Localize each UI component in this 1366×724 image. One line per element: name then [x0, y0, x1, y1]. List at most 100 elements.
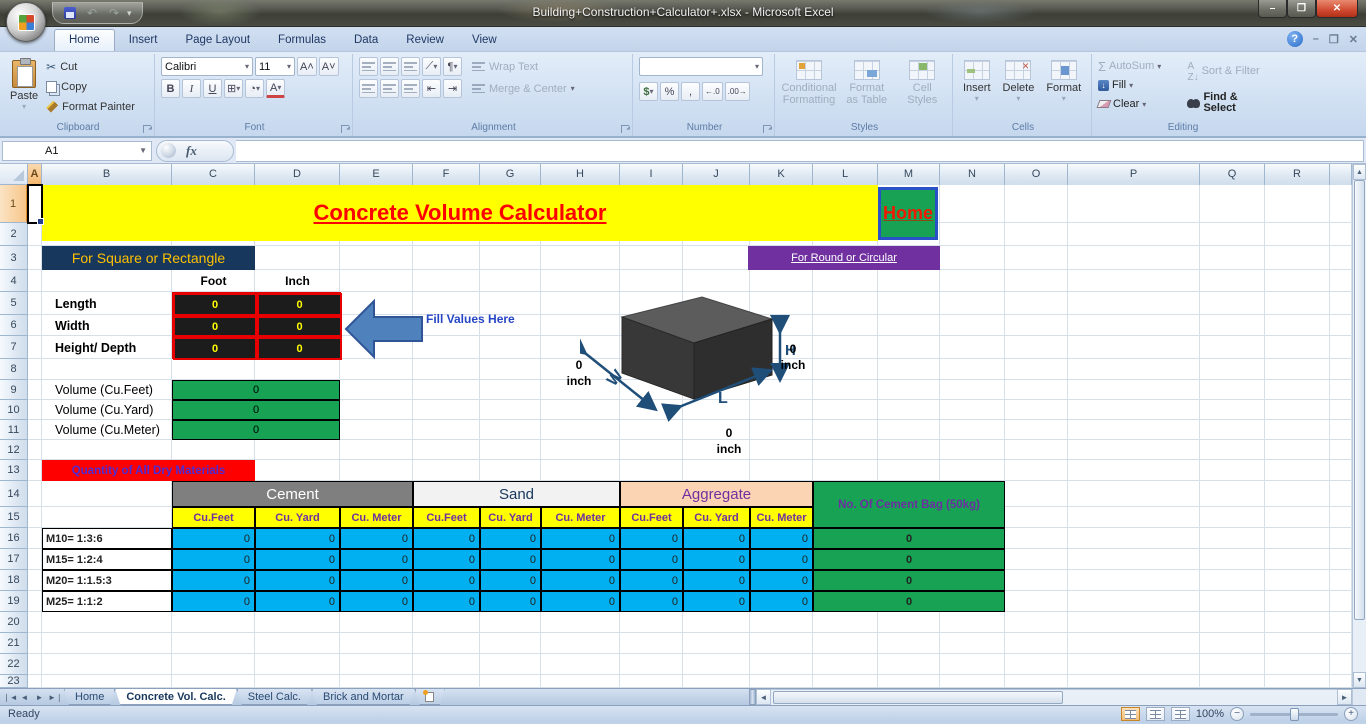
- grid-cell[interactable]: [1005, 270, 1068, 292]
- material-value-cell[interactable]: 0: [172, 570, 255, 591]
- column-header[interactable]: J: [683, 164, 750, 186]
- grid-cell[interactable]: [813, 675, 878, 688]
- grid-cell[interactable]: [1265, 570, 1330, 591]
- horizontal-scrollbar[interactable]: [771, 689, 1337, 705]
- material-value-cell[interactable]: 0: [750, 570, 813, 591]
- grid-cell[interactable]: [1200, 359, 1265, 380]
- align-right-button[interactable]: [401, 79, 420, 98]
- grid-cell[interactable]: [413, 440, 480, 460]
- cell-styles-button[interactable]: Cell Styles: [897, 57, 949, 121]
- grid-cell[interactable]: [28, 675, 42, 688]
- column-header[interactable]: I: [620, 164, 683, 186]
- grid-cell[interactable]: [1068, 292, 1200, 315]
- column-header[interactable]: D: [255, 164, 340, 186]
- grid-cell[interactable]: [541, 612, 620, 633]
- ribbon-tab[interactable]: Formulas: [264, 30, 340, 51]
- grid-cell[interactable]: [42, 675, 172, 688]
- grid-cell[interactable]: [750, 440, 813, 460]
- copy-button[interactable]: Copy: [46, 77, 135, 96]
- grid-cell[interactable]: [940, 359, 1005, 380]
- grid-cell[interactable]: [940, 400, 1005, 420]
- column-header[interactable]: H: [541, 164, 620, 186]
- grid-cell[interactable]: [1005, 336, 1068, 359]
- grid-cell[interactable]: [878, 420, 940, 440]
- text-direction-button[interactable]: ¶: [443, 57, 462, 76]
- grid-cell[interactable]: [1265, 440, 1330, 460]
- grid-cell[interactable]: [1200, 292, 1265, 315]
- grid-cell[interactable]: [1265, 633, 1330, 654]
- grid-cell[interactable]: [1265, 270, 1330, 292]
- column-header[interactable]: N: [940, 164, 1005, 186]
- format-painter-button[interactable]: Format Painter: [46, 97, 135, 116]
- hscroll-right-icon[interactable]: ►: [1337, 689, 1352, 705]
- grid-cell[interactable]: [1200, 380, 1265, 400]
- grid-cell[interactable]: [28, 270, 42, 292]
- inch-column-header[interactable]: Inch: [255, 271, 340, 291]
- material-value-cell[interactable]: 0: [683, 528, 750, 549]
- ribbon-tab[interactable]: Review: [392, 30, 458, 51]
- grid-cell[interactable]: [813, 460, 878, 481]
- grid-cell[interactable]: [28, 591, 42, 612]
- grid-cell[interactable]: [480, 440, 541, 460]
- grid-cell[interactable]: [480, 633, 541, 654]
- grid-cell[interactable]: [541, 246, 620, 270]
- grid-cell[interactable]: [1068, 507, 1200, 528]
- volume-cufeet-value[interactable]: 0: [172, 380, 340, 400]
- grid-cell[interactable]: [1068, 440, 1200, 460]
- column-header[interactable]: E: [340, 164, 413, 186]
- ribbon-tab[interactable]: Page Layout: [171, 30, 264, 51]
- row-header[interactable]: 9: [0, 380, 28, 400]
- material-value-cell[interactable]: 0: [413, 549, 480, 570]
- grid-cell[interactable]: [1068, 270, 1200, 292]
- grid-cell[interactable]: [940, 336, 1005, 359]
- grid-cell[interactable]: [413, 246, 480, 270]
- grid-cell[interactable]: [1330, 315, 1352, 336]
- grid-cell[interactable]: [1068, 380, 1200, 400]
- material-value-cell[interactable]: 0: [172, 591, 255, 612]
- mix-ratio-label[interactable]: M25= 1:1:2: [42, 591, 172, 612]
- align-center-button[interactable]: [380, 79, 399, 98]
- grow-font-button[interactable]: A˄: [297, 57, 317, 76]
- column-header[interactable]: F: [413, 164, 480, 186]
- grid-cell[interactable]: [541, 633, 620, 654]
- ribbon-tab[interactable]: Insert: [115, 30, 172, 51]
- grid-cell[interactable]: [940, 315, 1005, 336]
- grid-cell[interactable]: [42, 633, 172, 654]
- grid-cell[interactable]: [1265, 223, 1330, 246]
- grid-cell[interactable]: [1330, 185, 1352, 223]
- volume-cufeet-label[interactable]: Volume (Cu.Feet): [42, 380, 172, 400]
- grid-cell[interactable]: [1265, 420, 1330, 440]
- grid-cell[interactable]: [1265, 185, 1330, 223]
- format-as-table-button[interactable]: Format as Table: [841, 57, 893, 121]
- material-value-cell[interactable]: 0: [340, 549, 413, 570]
- paste-dropdown-icon[interactable]: [22, 102, 26, 111]
- cement-bag-value[interactable]: 0: [813, 549, 1005, 570]
- grid-cell[interactable]: [340, 380, 413, 400]
- grid-cell[interactable]: [480, 336, 541, 359]
- increase-decimal-button[interactable]: ←.0: [702, 82, 723, 101]
- material-value-cell[interactable]: 0: [620, 528, 683, 549]
- grid-cell[interactable]: [1005, 549, 1068, 570]
- border-button[interactable]: ⊞: [224, 79, 243, 98]
- grid-cell[interactable]: [1200, 460, 1265, 481]
- workbook-minimize-icon[interactable]: –: [1313, 33, 1319, 45]
- align-bottom-button[interactable]: [401, 57, 420, 76]
- width-inch-input[interactable]: 0: [257, 316, 342, 337]
- grid-cell[interactable]: [42, 270, 172, 292]
- redo-button[interactable]: ↷: [105, 5, 123, 21]
- grid-cell[interactable]: [1068, 675, 1200, 688]
- grid-cell[interactable]: [813, 292, 878, 315]
- material-value-cell[interactable]: 0: [413, 591, 480, 612]
- grid-cell[interactable]: [1265, 336, 1330, 359]
- grid-cell[interactable]: [28, 380, 42, 400]
- grid-cell[interactable]: [878, 400, 940, 420]
- row-header[interactable]: 11: [0, 420, 28, 440]
- grid-cell[interactable]: [413, 359, 480, 380]
- grid-cell[interactable]: [683, 246, 750, 270]
- width-foot-input[interactable]: 0: [173, 316, 257, 337]
- grid-cell[interactable]: [813, 420, 878, 440]
- column-header[interactable]: L: [813, 164, 878, 186]
- grid-cell[interactable]: [940, 654, 1005, 675]
- material-value-cell[interactable]: 0: [750, 591, 813, 612]
- grid-cell[interactable]: [340, 270, 413, 292]
